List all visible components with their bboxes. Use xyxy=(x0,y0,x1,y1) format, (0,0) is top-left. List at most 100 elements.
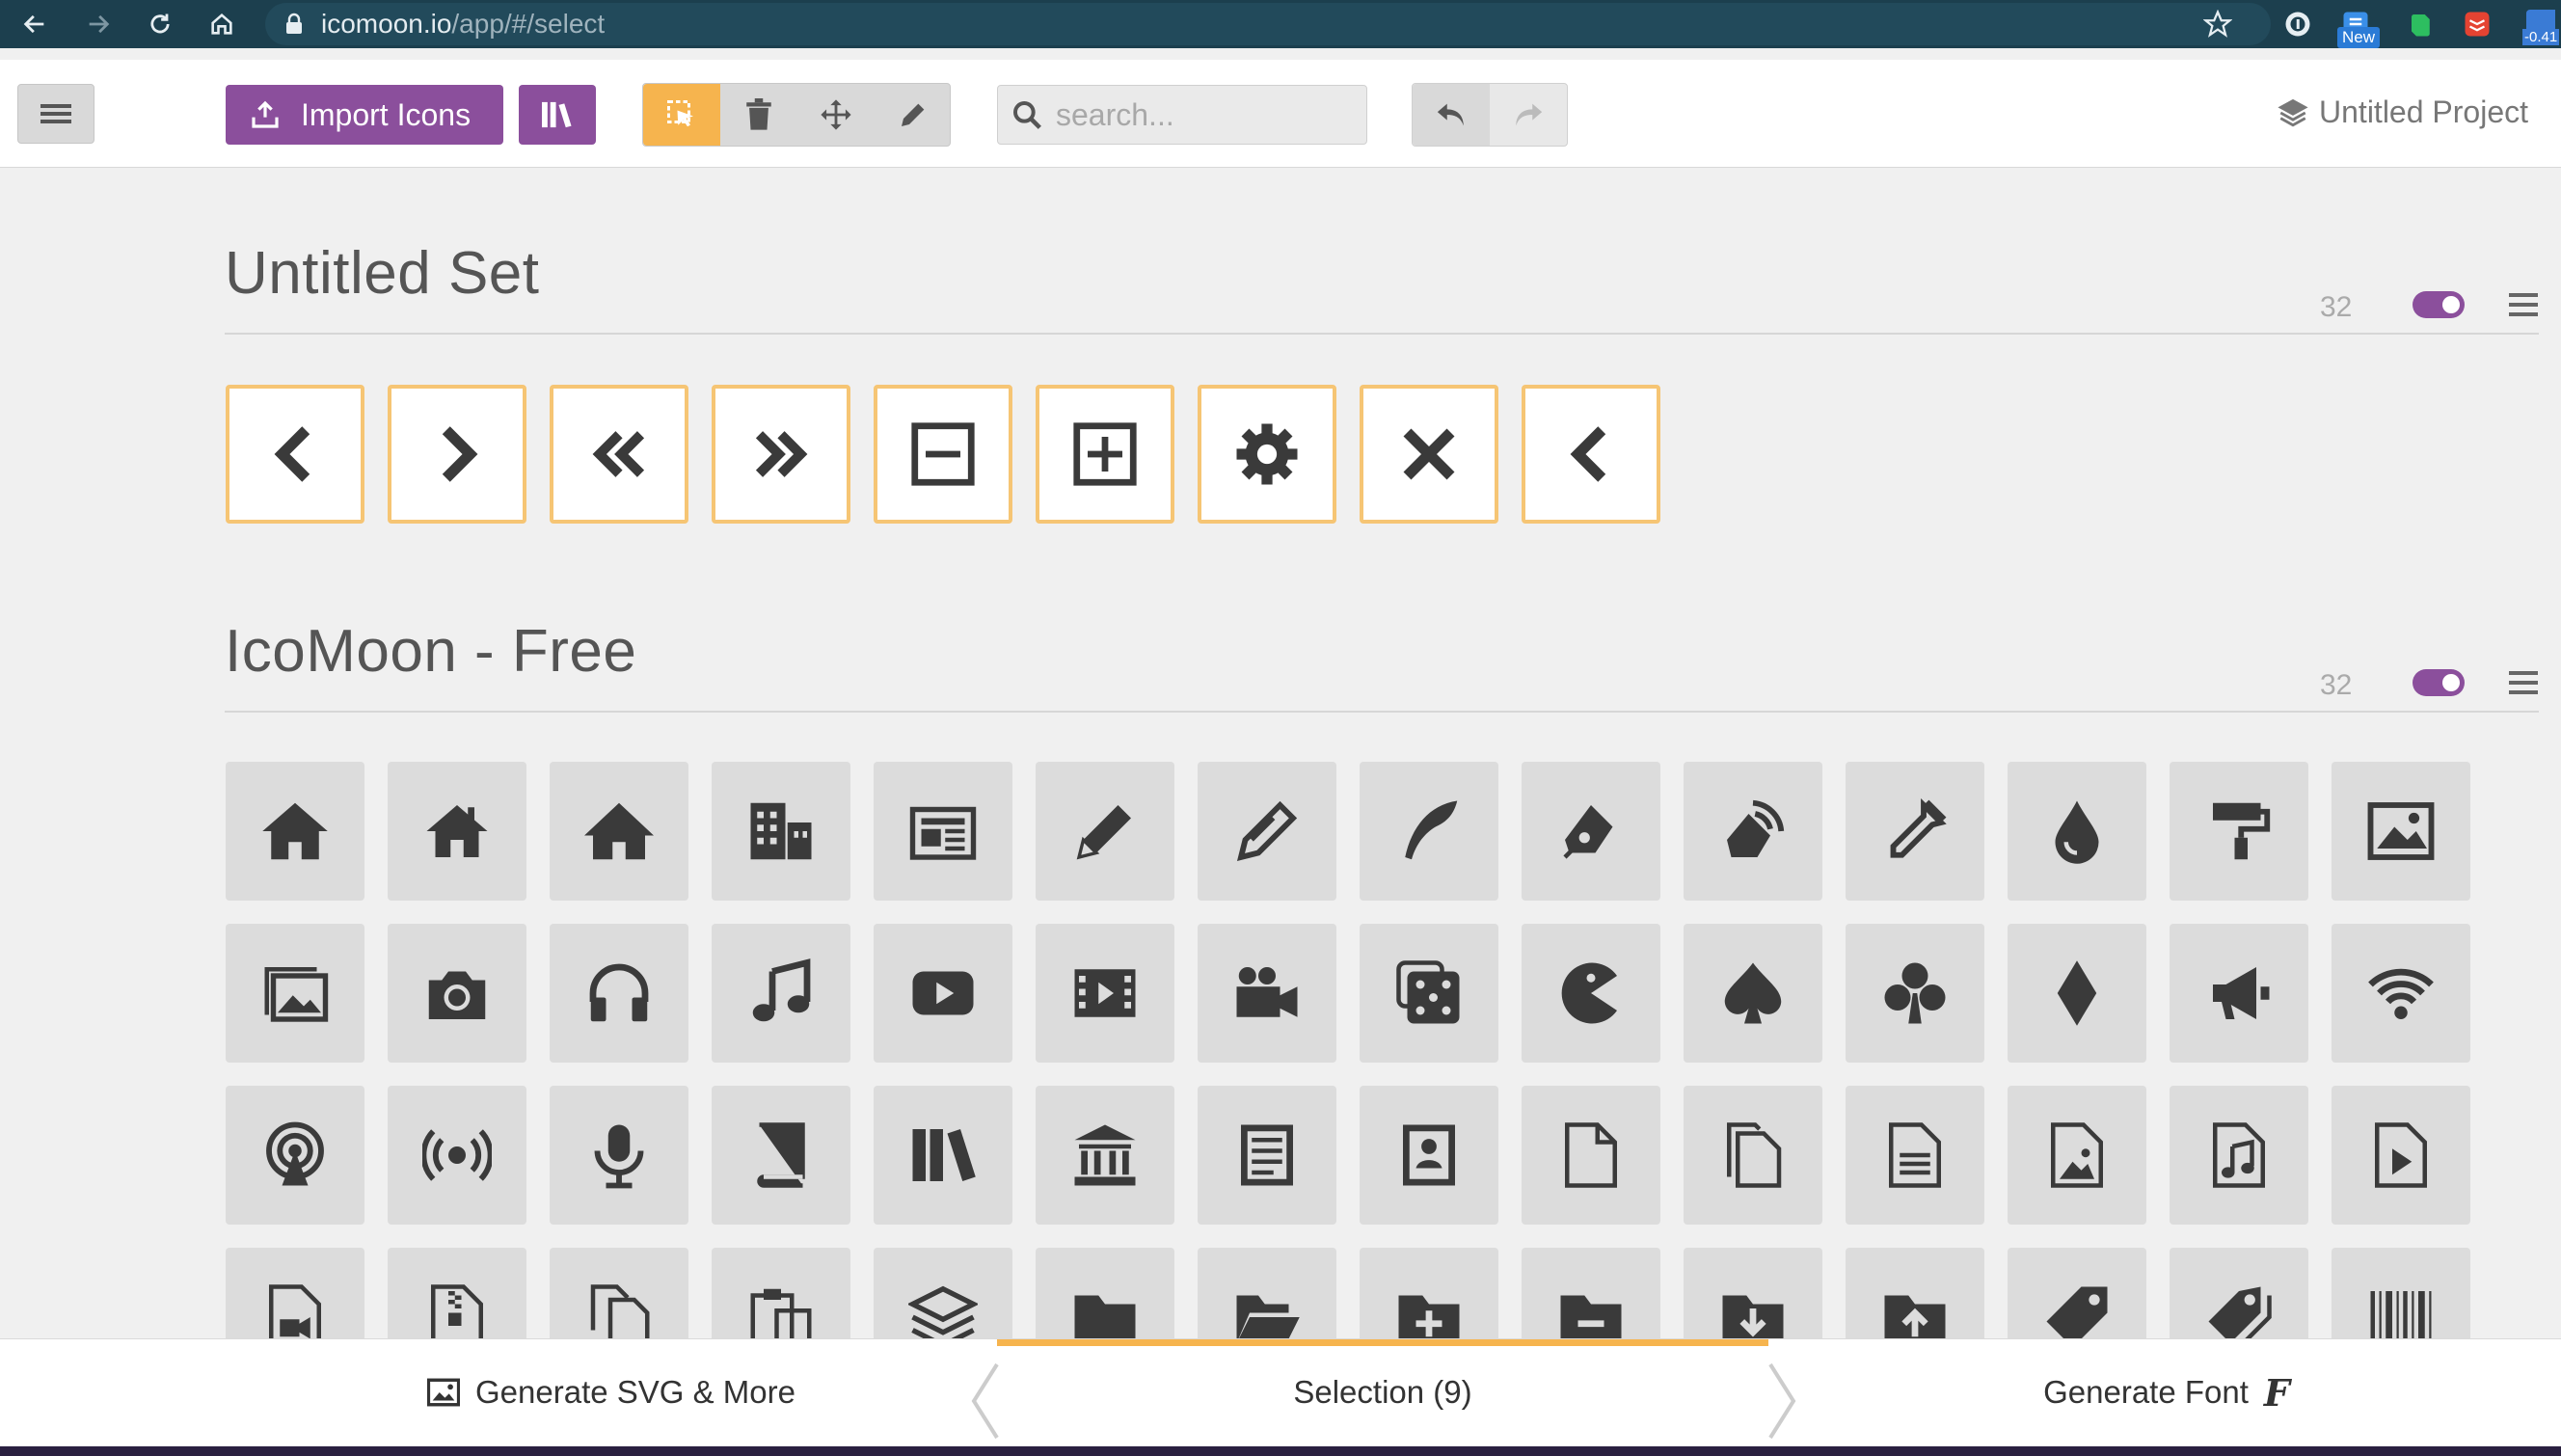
icon-tile-pacman[interactable] xyxy=(1522,924,1660,1063)
eyedropper-icon xyxy=(1890,797,1947,858)
icon-tile-home2[interactable] xyxy=(388,762,526,901)
icon-tile-camera[interactable] xyxy=(388,924,526,1063)
home-icon[interactable] xyxy=(202,5,241,43)
icon-tile-file-text2[interactable] xyxy=(1846,1086,1984,1225)
icon-tile-headphones[interactable] xyxy=(550,924,688,1063)
search-field[interactable] xyxy=(997,85,1367,145)
lock-icon xyxy=(284,13,304,36)
icon-tile-chevron-left[interactable] xyxy=(1522,385,1660,524)
icon-library-button[interactable] xyxy=(519,85,596,145)
icon-tile-home3[interactable] xyxy=(550,762,688,901)
forward-icon[interactable] xyxy=(79,5,118,43)
podcast-icon xyxy=(266,1121,324,1186)
delete-tool-button[interactable] xyxy=(720,84,797,146)
icon-tile-image[interactable] xyxy=(2332,762,2470,901)
move-tool-button[interactable] xyxy=(797,84,875,146)
icon-tile-profile[interactable] xyxy=(1360,1086,1498,1225)
library-icon xyxy=(1074,1124,1136,1186)
book-icon xyxy=(757,1122,805,1188)
icon-tile-paint-format[interactable] xyxy=(2170,762,2308,901)
office-icon xyxy=(750,802,812,860)
icon-tile-file-empty[interactable] xyxy=(1522,1086,1660,1225)
icon-tile-chevron-right[interactable] xyxy=(388,385,526,524)
icon-tile-mic[interactable] xyxy=(550,1086,688,1225)
password-manager-icon[interactable] xyxy=(2281,8,2314,40)
project-name: Untitled Project xyxy=(2319,94,2528,129)
pencil-icon xyxy=(1076,805,1131,860)
set-menu-icon[interactable] xyxy=(2509,671,2538,694)
selection-button[interactable]: Selection (9) xyxy=(997,1361,1768,1424)
files-empty-icon xyxy=(1727,1122,1782,1188)
icon-tile-eyedropper[interactable] xyxy=(1846,762,1984,901)
icon-tile-files-empty[interactable] xyxy=(1684,1086,1822,1225)
icon-tile-file-picture[interactable] xyxy=(2008,1086,2146,1225)
undo-icon xyxy=(1437,103,1464,126)
icon-tile-double-right[interactable] xyxy=(712,385,850,524)
icon-tile-book[interactable] xyxy=(712,1086,850,1225)
icon-tile-clubs[interactable] xyxy=(1846,924,1984,1063)
icon-tile-feed[interactable] xyxy=(388,1086,526,1225)
icon-tile-minus-square[interactable] xyxy=(874,385,1012,524)
generate-font-button[interactable]: Generate Font F xyxy=(1795,1361,2538,1424)
edit-tool-button[interactable] xyxy=(875,84,952,146)
reload-icon[interactable] xyxy=(141,5,179,43)
undo-button[interactable] xyxy=(1413,84,1490,146)
icon-tile-diamonds[interactable] xyxy=(2008,924,2146,1063)
icon-tile-file-play[interactable] xyxy=(2332,1086,2470,1225)
set-menu-icon[interactable] xyxy=(2509,293,2538,316)
set-visibility-toggle[interactable] xyxy=(2413,291,2465,318)
icon-tile-books[interactable] xyxy=(874,1086,1012,1225)
cog-icon xyxy=(1236,423,1298,485)
icon-tile-close[interactable] xyxy=(1360,385,1498,524)
bullhorn-icon xyxy=(2213,967,2270,1019)
import-icon xyxy=(252,100,279,128)
icon-tile-pencil[interactable] xyxy=(1036,762,1174,901)
icon-tile-bullhorn[interactable] xyxy=(2170,924,2308,1063)
icon-tile-plus-square[interactable] xyxy=(1036,385,1174,524)
icon-tile-play[interactable] xyxy=(874,924,1012,1063)
file-text-icon xyxy=(1241,1124,1293,1186)
back-icon[interactable] xyxy=(15,5,54,43)
icon-tile-pencil2[interactable] xyxy=(1198,762,1336,901)
icon-tile-blog[interactable] xyxy=(1684,762,1822,901)
evernote-icon[interactable] xyxy=(2405,8,2438,40)
layers-icon xyxy=(2278,98,2308,126)
import-icons-button[interactable]: Import Icons xyxy=(226,85,503,145)
chevron-left-icon xyxy=(274,426,310,482)
generate-svg-label: Generate SVG & More xyxy=(475,1374,795,1410)
redo-button[interactable] xyxy=(1490,84,1567,146)
icon-tile-images[interactable] xyxy=(226,924,364,1063)
icon-tile-spades[interactable] xyxy=(1684,924,1822,1063)
icon-tile-chevron-left[interactable] xyxy=(226,385,364,524)
icon-tile-dice[interactable] xyxy=(1360,924,1498,1063)
todoist-icon[interactable] xyxy=(2461,8,2494,40)
image-icon xyxy=(2367,802,2435,860)
bookmark-star-icon[interactable] xyxy=(2201,8,2234,40)
icon-tile-double-left[interactable] xyxy=(550,385,688,524)
icon-tile-pen[interactable] xyxy=(1522,762,1660,901)
icon-tile-file-text[interactable] xyxy=(1198,1086,1336,1225)
icon-tile-connection[interactable] xyxy=(2332,924,2470,1063)
home-icon xyxy=(262,802,328,860)
address-bar[interactable]: icomoon.io/app/#/select xyxy=(265,3,2271,45)
file-empty-icon xyxy=(1565,1122,1617,1188)
icon-tile-podcast[interactable] xyxy=(226,1086,364,1225)
select-tool-button[interactable] xyxy=(643,84,720,146)
icon-tile-video-camera[interactable] xyxy=(1198,924,1336,1063)
icon-tile-office[interactable] xyxy=(712,762,850,901)
icon-tile-file-music[interactable] xyxy=(2170,1086,2308,1225)
icon-tile-library[interactable] xyxy=(1036,1086,1174,1225)
icon-tile-newspaper[interactable] xyxy=(874,762,1012,901)
project-selector[interactable]: Untitled Project xyxy=(2277,94,2528,130)
icon-tile-film[interactable] xyxy=(1036,924,1174,1063)
icon-tile-music[interactable] xyxy=(712,924,850,1063)
set-visibility-toggle[interactable] xyxy=(2413,669,2465,696)
icon-tile-droplet[interactable] xyxy=(2008,762,2146,901)
icon-tile-quill[interactable] xyxy=(1360,762,1498,901)
search-input[interactable] xyxy=(1056,96,1345,133)
icon-tile-home[interactable] xyxy=(226,762,364,901)
history-group xyxy=(1412,83,1568,147)
generate-svg-button[interactable]: Generate SVG & More xyxy=(226,1361,997,1424)
main-menu-button[interactable] xyxy=(17,84,94,144)
icon-tile-cog[interactable] xyxy=(1198,385,1336,524)
